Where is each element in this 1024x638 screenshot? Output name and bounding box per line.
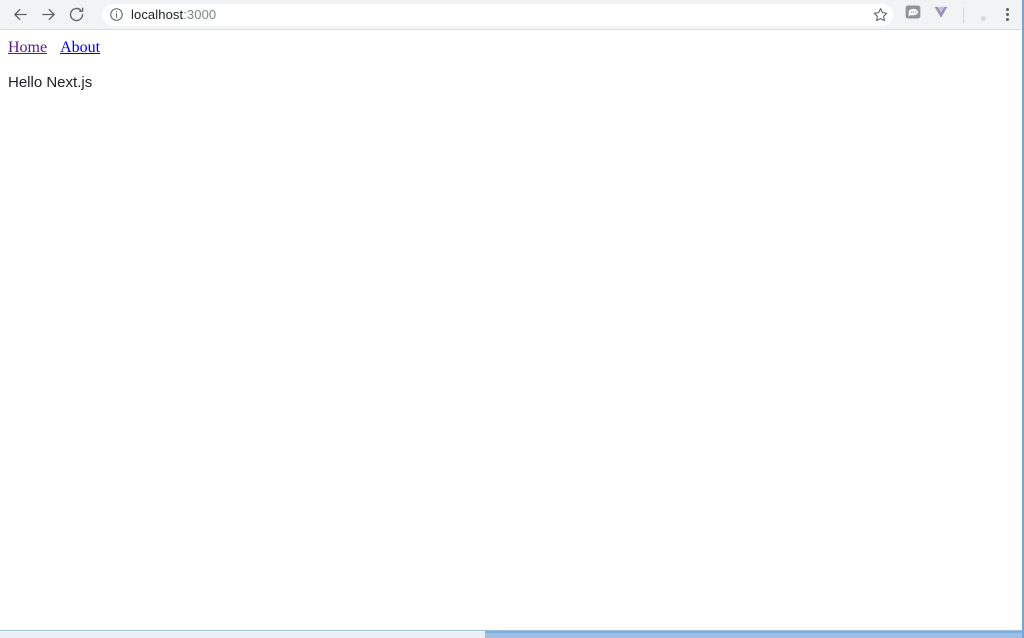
address-bar-text[interactable]: localhost:3000 [131,4,889,26]
chrome-menu-button[interactable] [994,1,1020,29]
nav-link-home[interactable]: Home [8,39,47,56]
url-host: localhost [131,6,184,22]
back-arrow-icon [12,6,29,23]
scrollbar-thumb[interactable] [485,631,1024,638]
reload-button[interactable] [62,1,90,29]
chat-bubble-extension-button[interactable] [901,3,925,27]
v-badge-extension-button[interactable] [929,3,953,27]
url-port: :3000 [183,6,217,22]
toolbar-right-group [899,0,1024,30]
browser-toolbar: localhost:3000 [0,0,1024,30]
reload-icon [68,6,85,23]
page-nav-links: Home About [8,38,1014,57]
scrollbar-thumb-highlight [485,631,1024,633]
v-badge-icon [932,3,950,26]
forward-button[interactable] [34,1,62,29]
avatar-icon [980,15,986,21]
page-heading: Hello Next.js [8,74,93,91]
three-dots-icon [1005,6,1009,22]
bookmark-star-icon[interactable] [870,5,890,25]
back-button[interactable] [6,1,34,29]
nav-link-about[interactable]: About [60,39,100,56]
chat-bubble-icon [904,3,922,26]
page-content: Home About Hello Next.js [0,30,1022,100]
site-info-icon[interactable] [108,6,125,23]
toolbar-separator [963,6,964,23]
browser-window: localhost:3000 Home About Hello Next.js [0,0,1024,638]
forward-arrow-icon [40,6,57,23]
horizontal-scrollbar[interactable] [0,630,1024,638]
profile-avatar[interactable] [972,4,994,26]
address-bar[interactable]: localhost:3000 [102,3,893,26]
page-viewport: Home About Hello Next.js [0,30,1022,630]
